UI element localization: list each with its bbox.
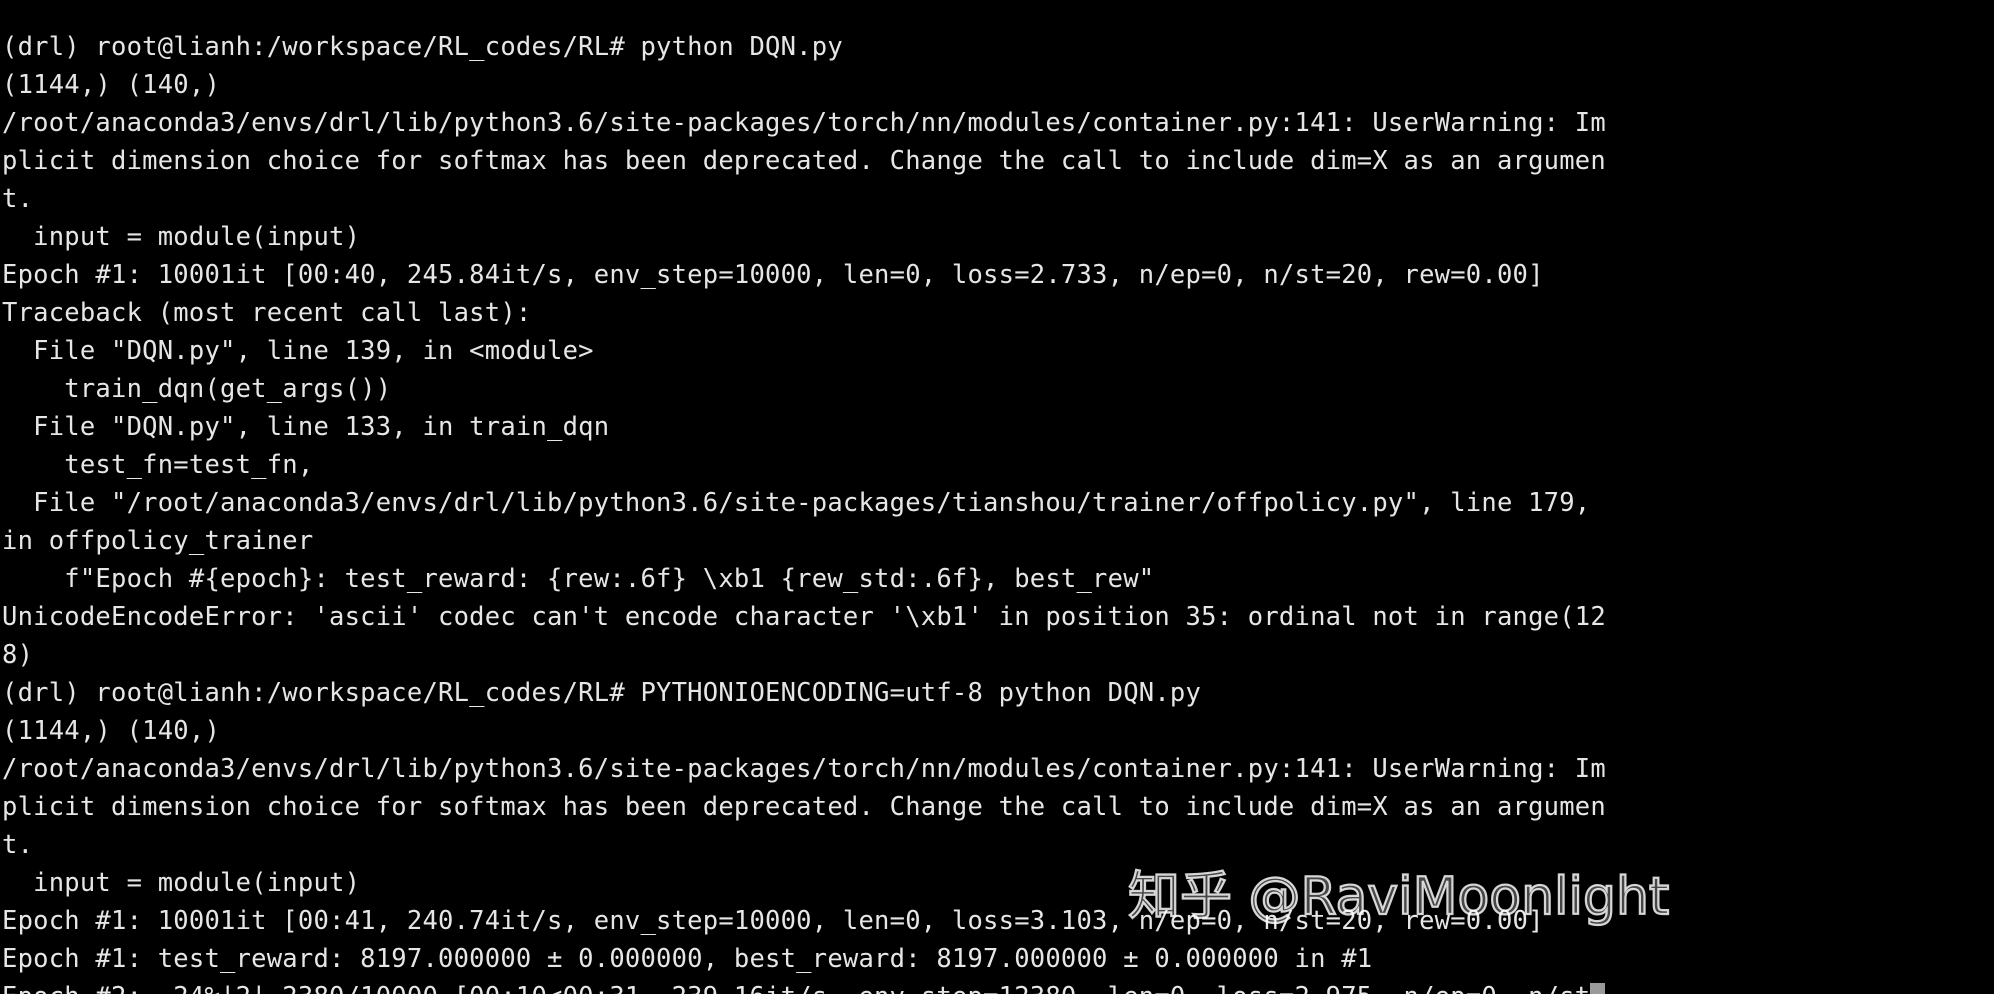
terminal-line: f"Epoch #{epoch}: test_reward: {rew:.6f}… xyxy=(2,563,1155,594)
terminal-line: /root/anaconda3/envs/drl/lib/python3.6/s… xyxy=(2,753,1606,784)
terminal-line: (1144,) (140,) xyxy=(2,715,221,746)
terminal-line: test_fn=test_fn, xyxy=(2,449,314,480)
terminal-line: (drl) root@lianh:/workspace/RL_codes/RL#… xyxy=(2,31,843,62)
terminal-window[interactable]: (drl) root@lianh:/workspace/RL_codes/RL#… xyxy=(0,0,1994,994)
terminal-line: plicit dimension choice for softmax has … xyxy=(2,145,1606,176)
terminal-line: t. xyxy=(2,829,34,860)
terminal-line-text: Epoch #2: 24%|2| 2380/10000 [00:10<00:31… xyxy=(2,982,1590,994)
terminal-line: in offpolicy_trainer xyxy=(2,525,314,556)
terminal-line: t. xyxy=(2,183,34,214)
terminal-line-active: Epoch #2: 24%|2| 2380/10000 [00:10<00:31… xyxy=(2,978,1994,994)
terminal-line: File "DQN.py", line 133, in train_dqn xyxy=(2,411,610,442)
terminal-line: (1144,) (140,) xyxy=(2,69,221,100)
terminal-line: input = module(input) xyxy=(2,867,361,898)
terminal-line: Epoch #1: 10001it [00:40, 245.84it/s, en… xyxy=(2,259,1544,290)
terminal-line: File "DQN.py", line 139, in <module> xyxy=(2,335,594,366)
terminal-line: input = module(input) xyxy=(2,221,361,252)
terminal-line: UnicodeEncodeError: 'ascii' codec can't … xyxy=(2,601,1606,632)
terminal-line: /root/anaconda3/envs/drl/lib/python3.6/s… xyxy=(2,107,1606,138)
terminal-output[interactable]: (drl) root@lianh:/workspace/RL_codes/RL#… xyxy=(0,26,1994,994)
terminal-line: Epoch #1: 10001it [00:41, 240.74it/s, en… xyxy=(2,905,1544,936)
terminal-line: 8) xyxy=(2,639,34,670)
terminal-line: Traceback (most recent call last): xyxy=(2,297,532,328)
terminal-line: (drl) root@lianh:/workspace/RL_codes/RL#… xyxy=(2,677,1202,708)
terminal-line: train_dqn(get_args()) xyxy=(2,373,392,404)
text-cursor xyxy=(1590,982,1606,994)
terminal-line: Epoch #1: test_reward: 8197.000000 ± 0.0… xyxy=(2,943,1373,974)
terminal-line: File "/root/anaconda3/envs/drl/lib/pytho… xyxy=(2,487,1591,518)
terminal-line: plicit dimension choice for softmax has … xyxy=(2,791,1606,822)
